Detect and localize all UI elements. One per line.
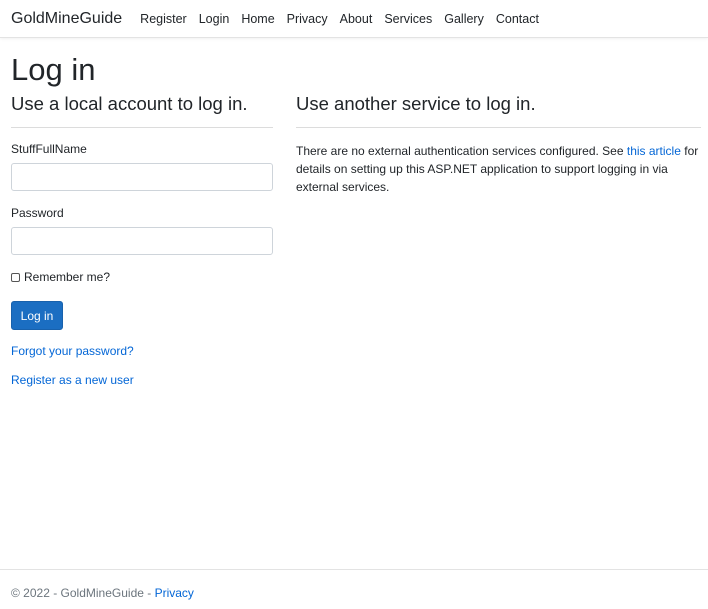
external-login-section: Use another service to log in. There are… (296, 92, 701, 387)
name-label: StuffFullName (11, 142, 87, 156)
external-section-divider (296, 127, 701, 128)
password-label: Password (11, 206, 64, 220)
external-text-before: There are no external authentication ser… (296, 144, 627, 158)
footer-copyright: © 2022 - GoldMineGuide - (11, 586, 155, 600)
nav-register-link[interactable]: Register (140, 12, 187, 26)
login-columns: Use a local account to log in. StuffFull… (11, 92, 701, 387)
top-navbar: GoldMineGuide Register Login Home Privac… (0, 0, 708, 38)
external-info-text: There are no external authentication ser… (296, 142, 701, 196)
password-input[interactable] (11, 227, 273, 255)
remember-me-checkbox[interactable] (11, 272, 20, 282)
footer-privacy-link[interactable]: Privacy (155, 586, 194, 600)
nav-contact-link[interactable]: Contact (496, 12, 539, 26)
remember-me-row: Remember me? (11, 270, 273, 284)
external-login-heading: Use another service to log in. (296, 93, 536, 114)
page-footer: © 2022 - GoldMineGuide - Privacy (0, 569, 708, 609)
register-new-user-link[interactable]: Register as a new user (11, 373, 273, 387)
nav-gallery-link[interactable]: Gallery (444, 12, 484, 26)
this-article-link[interactable]: this article (627, 144, 681, 158)
log-in-button[interactable]: Log in (11, 301, 63, 330)
nav-login-link[interactable]: Login (199, 12, 230, 26)
page-title: Log in (11, 52, 96, 87)
main-content: Log in Use a local account to log in. St… (11, 50, 701, 387)
nav-services-link[interactable]: Services (384, 12, 432, 26)
brand-link[interactable]: GoldMineGuide (11, 10, 122, 28)
remember-me-label[interactable]: Remember me? (24, 270, 110, 284)
local-login-heading: Use a local account to log in. (11, 93, 248, 114)
nav-about-link[interactable]: About (340, 12, 373, 26)
nav-links: Register Login Home Privacy About Servic… (140, 12, 539, 26)
nav-privacy-link[interactable]: Privacy (287, 12, 328, 26)
forgot-password-link[interactable]: Forgot your password? (11, 344, 273, 358)
local-login-section: Use a local account to log in. StuffFull… (11, 92, 273, 387)
name-input[interactable] (11, 163, 273, 191)
nav-home-link[interactable]: Home (241, 12, 274, 26)
local-section-divider (11, 127, 273, 128)
